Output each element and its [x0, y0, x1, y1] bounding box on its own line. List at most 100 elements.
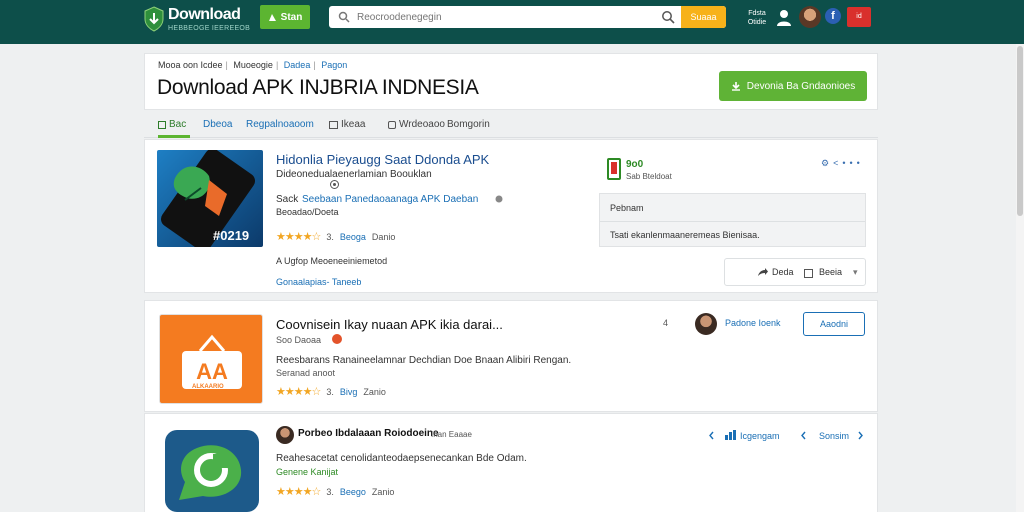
search-submit-icon[interactable] — [661, 10, 675, 24]
rating-value: 3. — [326, 232, 334, 242]
vertical-scrollbar[interactable] — [1016, 44, 1024, 512]
stats-link[interactable]: Icgengam — [740, 431, 780, 441]
app-category[interactable]: Genene Kanijat — [276, 467, 338, 477]
score-subtext: Sab Bteldoat — [626, 172, 672, 181]
category-tabs: Bac Dbeoa Regpalnoaoom Ikeaa Wrdeoaoo Bo… — [144, 114, 878, 138]
tab-label: Bomgorin — [447, 119, 490, 130]
featured-line-link[interactable]: Seebaan Panedaoaanaga APK Daeban — [302, 194, 478, 205]
app-rating: ★★★★☆ 3. Beego Zanio — [276, 486, 395, 498]
thumbnail-caption: #0219 — [213, 228, 250, 243]
page-title: Download APK INJBRIA INDNESIA — [157, 76, 479, 99]
download-button-label: Devonia Ba Gndaonioes — [746, 80, 856, 92]
search-input[interactable] — [357, 9, 677, 25]
tab-label: Regpalnoaoom — [246, 119, 314, 130]
chevron-down-icon[interactable]: ▾ — [853, 267, 858, 278]
rating-count: Danio — [371, 232, 396, 242]
app-list-item: Porbeo Ibdalaaan Roiodoeine Ihan Eaaae I… — [144, 413, 878, 512]
site-logo[interactable]: Download HEBBEOGE IEEREEOB — [144, 4, 254, 38]
score-value: 9o0 — [626, 159, 644, 170]
rating-count: Zanio — [371, 487, 395, 497]
author-avatar[interactable] — [276, 426, 294, 444]
logo-subtitle: HEBBEOGE IEEREEOB — [168, 25, 251, 32]
breadcrumb-item[interactable]: Muoeogie — [233, 60, 273, 70]
app-meta: Soo Daoaa — [276, 335, 322, 345]
tab-label: Dbeoa — [203, 119, 233, 130]
rating-label: Beego — [339, 487, 366, 497]
chevron-right-icon[interactable] — [858, 431, 863, 440]
app-thumbnail[interactable]: AA ALKAARIO — [159, 314, 263, 404]
download-icon — [731, 82, 740, 91]
breadcrumb-separator: | — [225, 60, 228, 70]
search-icon — [338, 11, 350, 23]
featured-app-subtitle: Dideonedualaenerlamian Boouklan — [276, 169, 432, 180]
tab-label: Ikeaa — [341, 119, 366, 130]
settings-icon[interactable]: ⚙ — [821, 158, 833, 168]
tab-images[interactable]: Ikeaa — [329, 119, 365, 130]
search-button[interactable]: Suaaa — [681, 6, 726, 28]
rating-label: Beoga — [339, 232, 366, 242]
tv-logo-icon: AA — [182, 334, 242, 389]
tab-widgets[interactable]: Wrdeoaoo — [388, 119, 445, 130]
tab-more[interactable]: Bomgorin — [447, 119, 490, 130]
breadcrumb-item[interactable]: Dadea — [284, 60, 311, 70]
scrollbar-thumb[interactable] — [1017, 46, 1023, 216]
app-title[interactable]: Coovnisein Ikay nuaan APK ikia darai... — [276, 317, 503, 332]
details-row-text: Tsati ekanlenmaaneremeas Bienisaa. — [610, 230, 760, 240]
breadcrumb-separator: | — [313, 60, 316, 70]
chevron-left-icon[interactable] — [801, 431, 806, 440]
breadcrumb-item[interactable]: Mooa oon Icdee — [158, 60, 223, 70]
tab-programs[interactable]: Regpalnoaoom — [246, 119, 314, 130]
report-label[interactable]: Beeia — [819, 267, 842, 277]
featured-note-link[interactable]: Gonaalapias- Taneeb — [276, 277, 361, 287]
download-button[interactable]: Devonia Ba Gndaonioes — [719, 71, 867, 101]
start-button[interactable]: Stan — [260, 5, 310, 29]
featured-app-title[interactable]: Hidonlia Pieyaugg Saat Ddonda APK — [276, 152, 489, 167]
shield-logo-icon — [144, 6, 164, 32]
featured-app-card: #0219 Hidonlia Pieyaugg Saat Ddonda APK … — [144, 139, 878, 293]
app-description: Reahesacetat cenolidanteodaepsenecankan … — [276, 453, 527, 464]
author-avatar[interactable] — [695, 313, 717, 335]
score-badge — [607, 158, 621, 180]
author-name[interactable]: Padone Ioenk — [725, 318, 781, 328]
page-header-card: Mooa oon Icdee | Muoeogie | Dadea | Pagon D… — [144, 53, 878, 110]
featured-developer: Beoadao/Doeta — [276, 207, 339, 217]
share-report-box: Deda Beeia ▾ — [724, 258, 866, 286]
app-rating: ★★★★☆ 3. Bivg Zanio — [276, 386, 386, 398]
breadcrumb: Mooa oon Icdee | Muoeogie | Dadea | Pagon — [158, 60, 347, 70]
thumbnail-caption: ALKAARIO — [192, 384, 224, 390]
version-link[interactable]: Sonsim — [819, 431, 849, 441]
language-flag[interactable]: id — [847, 7, 871, 27]
info-icon[interactable] — [330, 180, 339, 189]
tab-games[interactable]: Dbeoa — [203, 119, 232, 130]
breadcrumb-item[interactable]: Pagon — [321, 60, 347, 70]
profile-avatar[interactable] — [799, 6, 821, 28]
chat-logo-icon — [179, 445, 242, 500]
share-icon[interactable]: < — [833, 158, 842, 168]
more-icon[interactable]: ••• — [842, 158, 863, 168]
app-title[interactable]: Porbeo Ibdalaaan Roiodoeine — [298, 428, 439, 439]
comment-count: 4 — [663, 318, 669, 328]
share-label[interactable]: Deda — [772, 267, 794, 277]
rating-value: 3. — [326, 487, 334, 497]
facebook-icon[interactable]: f — [825, 8, 841, 24]
app-thumbnail[interactable] — [165, 430, 259, 512]
download-arrow-icon — [268, 13, 276, 21]
bar-chart-icon — [725, 430, 736, 440]
home-icon — [158, 120, 166, 129]
featured-app-thumbnail[interactable]: #0219 — [157, 150, 263, 247]
featured-rating: ★★★★☆ 3. Beoga Danio — [276, 231, 396, 243]
chevron-left-icon[interactable] — [709, 431, 714, 440]
user-icon[interactable] — [776, 9, 792, 27]
follow-button[interactable]: Aaodni — [803, 312, 865, 336]
app-description-extra: Seranad anoot — [276, 368, 336, 378]
header-account-text[interactable]: Fdsta Otidie — [744, 9, 770, 27]
breadcrumb-separator: | — [275, 60, 279, 70]
verified-icon — [495, 195, 503, 203]
logo-title: Download — [168, 6, 241, 23]
top-navigation-bar: Download HEBBEOGE IEEREEOB Stan Suaaa Fd… — [0, 0, 1024, 44]
share-arrow-icon[interactable] — [757, 267, 769, 277]
tab-home[interactable]: Bac — [158, 119, 186, 130]
app-list-item: AA ALKAARIO Coovnisein Ikay nuaan APK ik… — [144, 300, 878, 412]
featured-line-label: Sack — [276, 194, 299, 205]
image-icon — [329, 120, 338, 129]
